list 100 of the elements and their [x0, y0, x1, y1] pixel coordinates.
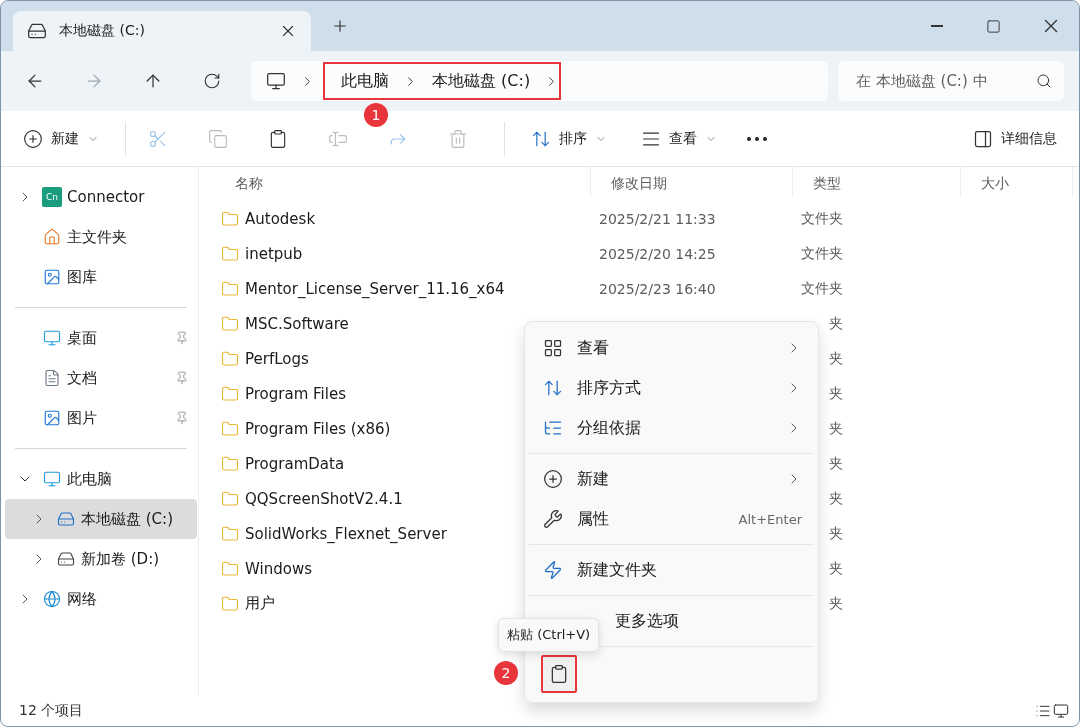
type-cell: 夹 — [829, 419, 843, 438]
tile-view-icon — [1053, 703, 1069, 719]
type-cell: 夹 — [829, 454, 843, 473]
details-button[interactable]: 详细信息 — [961, 124, 1069, 153]
sidebar-item[interactable]: 图库 — [5, 257, 197, 297]
sidebar-item[interactable]: 桌面 — [5, 318, 197, 358]
column-header[interactable]: 大小 — [961, 167, 1073, 197]
type-cell: 夹 — [829, 524, 843, 543]
clipboard-icon — [268, 128, 288, 149]
system-drive-icon — [57, 510, 75, 528]
date-cell: 2025/2/23 16:40 — [599, 280, 716, 297]
file-name-cell[interactable]: Autodesk — [215, 209, 316, 228]
document-icon — [43, 369, 61, 387]
menu-item[interactable]: 排序方式 — [529, 368, 814, 408]
maximize-icon — [986, 18, 1001, 34]
file-name-cell[interactable]: inetpub — [215, 244, 303, 263]
refresh-icon — [203, 72, 221, 90]
menu-item[interactable]: 属性 Alt+Enter — [529, 499, 814, 539]
search-field[interactable]: 在 本地磁盘 (C:) 中 — [838, 61, 1064, 101]
connector-logo: Cn — [42, 187, 62, 207]
file-name-cell[interactable]: QQScreenShotV2.4.1 — [215, 489, 403, 508]
sidebar-label: 本地磁盘 (C:) — [81, 509, 174, 529]
menu-item[interactable]: 分组依据 — [529, 408, 814, 448]
breadcrumb[interactable]: 此电脑 — [327, 70, 403, 92]
sidebar-label: 图片 — [67, 408, 98, 428]
annotation-number: 2 — [494, 661, 518, 685]
type-cell: 夹 — [829, 489, 843, 508]
sidebar-label: 网络 — [67, 589, 98, 609]
sidebar-label: 图库 — [67, 267, 98, 287]
drive-icon — [27, 21, 47, 41]
file-name-cell[interactable]: Windows — [215, 559, 312, 578]
desktop-icon — [43, 329, 61, 347]
pin-icon — [175, 411, 189, 425]
column-header[interactable]: 修改日期 — [591, 167, 793, 197]
type-cell: 文件夹 — [801, 244, 843, 263]
search-icon — [1036, 73, 1052, 89]
new-button[interactable]: 新建 — [11, 124, 111, 153]
copy-icon — [208, 128, 228, 149]
type-cell: 夹 — [829, 314, 843, 333]
file-name-cell[interactable]: SolidWorks_Flexnet_Server — [215, 524, 447, 543]
lightning-icon — [543, 560, 563, 580]
wrench-icon — [543, 509, 563, 529]
folder-icon — [221, 279, 239, 298]
sort-button[interactable]: 排序 — [519, 124, 619, 153]
sidebar-label: 文档 — [67, 368, 98, 388]
column-header[interactable]: 类型 — [793, 167, 961, 197]
plus-circle-icon — [543, 469, 563, 489]
type-cell: 夹 — [829, 349, 843, 368]
folder-icon — [221, 349, 239, 368]
file-name-cell[interactable]: 用户 — [215, 594, 275, 613]
address-bar[interactable]: 此电脑 本地磁盘 (C:) — [251, 61, 828, 101]
menu-item[interactable]: 新建文件夹 — [529, 550, 814, 590]
paste-button[interactable] — [541, 655, 577, 693]
pin-icon — [175, 371, 189, 385]
globe-icon — [43, 590, 61, 608]
folder-icon — [221, 384, 239, 403]
file-name-cell[interactable]: MSC.Software — [215, 314, 349, 333]
file-name-cell[interactable]: Mentor_License_Server_11.16_x64 — [215, 279, 505, 298]
grid-icon — [543, 338, 563, 358]
shortcut-label: Alt+Enter — [738, 511, 802, 527]
details-pane-icon — [973, 128, 993, 149]
monitor-icon — [43, 470, 61, 488]
file-name-cell[interactable]: Program Files (x86) — [215, 419, 391, 438]
drive-icon — [57, 550, 75, 568]
sidebar-item[interactable]: 此电脑 — [5, 459, 197, 499]
sidebar-item[interactable]: 新加卷 (D:) — [5, 539, 197, 579]
type-cell: 文件夹 — [801, 209, 843, 228]
minimize-icon — [930, 25, 943, 27]
tab[interactable]: 本地磁盘 (C:) — [13, 11, 311, 51]
trash-icon — [448, 128, 468, 149]
file-name-cell[interactable]: ProgramData — [215, 454, 345, 473]
folder-icon — [221, 209, 239, 228]
sidebar-label: 主文件夹 — [67, 227, 128, 247]
menu-item[interactable]: 新建 — [529, 459, 814, 499]
folder-icon — [221, 559, 239, 578]
view-button[interactable]: 查看 — [629, 124, 729, 153]
menu-item[interactable]: 查看 — [529, 328, 814, 368]
sidebar-item[interactable]: 图片 — [5, 398, 197, 438]
folder-icon — [221, 594, 239, 613]
folder-icon — [221, 314, 239, 333]
sidebar-item[interactable]: 网络 — [5, 579, 197, 619]
pin-icon — [175, 331, 189, 345]
folder-icon — [221, 489, 239, 508]
breadcrumb[interactable]: 本地磁盘 (C:) — [418, 70, 545, 92]
more-icon — [747, 136, 767, 141]
list-view-icon — [1035, 703, 1051, 719]
folder-icon — [221, 244, 239, 263]
file-name-cell[interactable]: Program Files — [215, 384, 346, 403]
date-cell: 2025/2/21 11:33 — [599, 210, 716, 227]
sidebar-label: Connector — [67, 188, 146, 206]
sidebar-item[interactable]: 本地磁盘 (C:) — [5, 499, 197, 539]
tab-title: 本地磁盘 (C:) — [59, 22, 146, 40]
sidebar-item[interactable]: 文档 — [5, 358, 197, 398]
type-cell: 夹 — [829, 384, 843, 403]
sidebar-item[interactable]: 主文件夹 — [5, 217, 197, 257]
picture-icon — [43, 409, 61, 427]
item-count: 12 个项目 — [19, 702, 84, 720]
sidebar-item[interactable]: Cn Connector — [5, 177, 197, 217]
column-header[interactable]: 名称 — [215, 167, 591, 197]
file-name-cell[interactable]: PerfLogs — [215, 349, 309, 368]
